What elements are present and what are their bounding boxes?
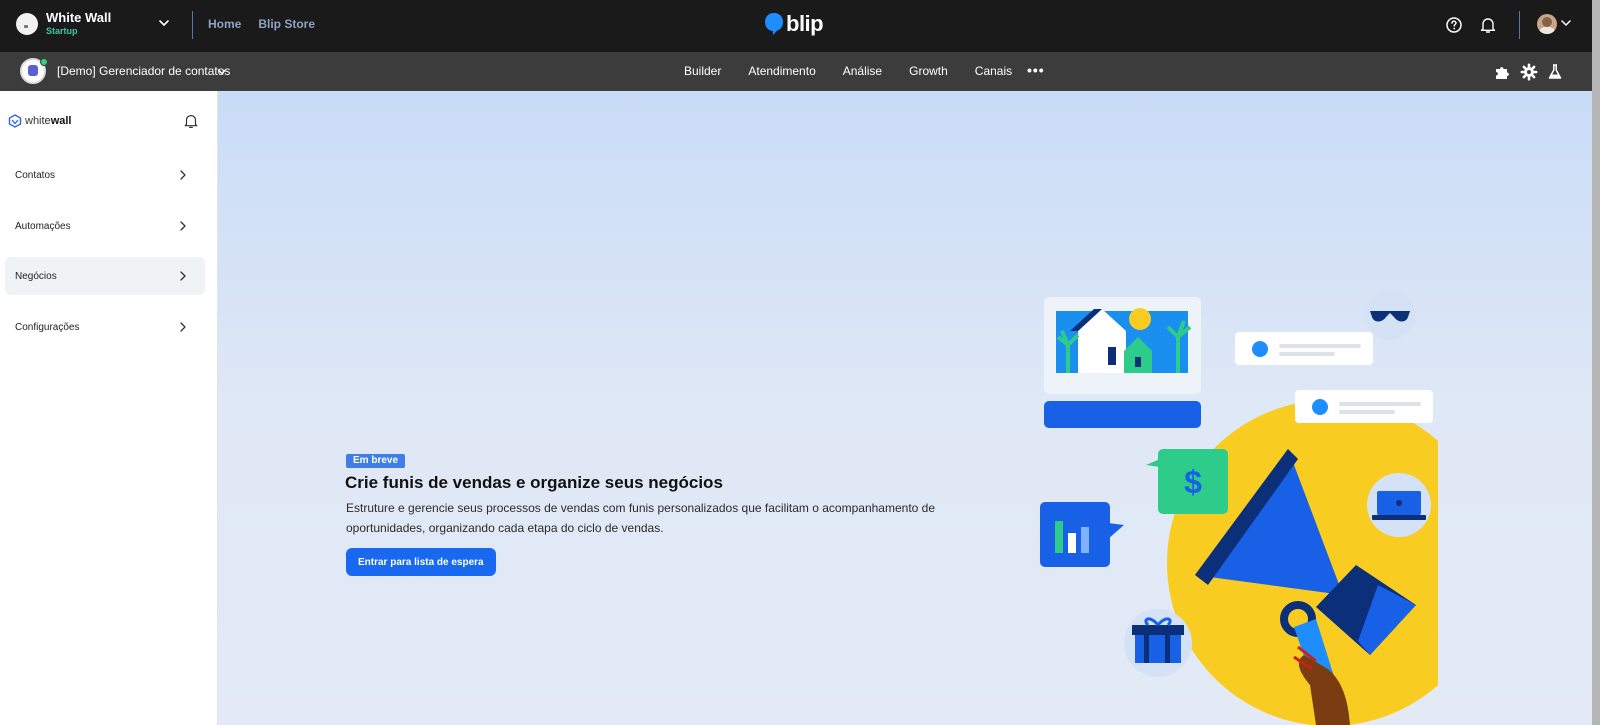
more-menu-icon[interactable]: ••• [1027, 63, 1045, 77]
online-status-dot [40, 58, 48, 66]
megaphone-illustration: $ [1040, 290, 1438, 725]
chevron-down-icon[interactable] [217, 67, 227, 77]
chevron-down-icon[interactable] [1560, 17, 1572, 29]
bell-icon[interactable] [183, 113, 199, 129]
module-nav: Builder Atendimento Análise Growth Canai… [684, 64, 1012, 78]
org-text: White Wall Startup [46, 11, 111, 37]
sidebar-item-negocios[interactable]: Negócios [5, 257, 205, 295]
org-plan: Startup [46, 26, 78, 36]
logo-word: whitewall [25, 115, 71, 127]
whitewall-logo-icon [8, 114, 22, 128]
chevron-right-icon [180, 221, 186, 231]
org-name: White Wall [46, 10, 112, 25]
chevron-down-icon[interactable] [157, 16, 171, 30]
join-waitlist-button[interactable]: Entrar para lista de espera [346, 548, 496, 576]
help-icon[interactable] [1445, 16, 1463, 34]
top-bar: White Wall Startup Home Blip Store blip [0, 0, 1600, 52]
page-title: Crie funis de vendas e organize seus neg… [345, 473, 723, 492]
gear-icon[interactable] [1520, 63, 1538, 81]
user-avatar[interactable] [1537, 14, 1557, 34]
dollar-sign: $ [1184, 464, 1202, 500]
chevron-right-icon [180, 271, 186, 281]
tab-builder[interactable]: Builder [684, 64, 721, 78]
puzzle-icon[interactable] [1493, 63, 1511, 81]
blip-bubble-icon [765, 13, 783, 35]
top-divider [192, 11, 193, 39]
flask-icon[interactable] [1546, 63, 1564, 81]
nav-home-link[interactable]: Home [208, 17, 241, 31]
org-avatar [16, 13, 38, 35]
blip-logo[interactable]: blip [764, 11, 824, 36]
tab-canais[interactable]: Canais [975, 64, 1012, 78]
bell-icon[interactable] [1479, 16, 1497, 34]
top-nav: Home Blip Store [208, 17, 332, 31]
tab-atendimento[interactable]: Atendimento [748, 64, 815, 78]
bot-avatar[interactable] [20, 58, 48, 84]
sidebar-item-label: Contatos [15, 169, 56, 181]
bot-name[interactable]: [Demo] Gerenciador de contatos [57, 64, 230, 78]
chevron-right-icon [180, 170, 186, 180]
sidebar-item-contatos[interactable]: Contatos [5, 156, 205, 194]
bot-avatar-image [28, 65, 38, 76]
brand-word: blip [786, 11, 824, 36]
logo-word-light: white [25, 115, 51, 127]
logo-word-bold: wall [50, 115, 72, 127]
tab-analise[interactable]: Análise [843, 64, 882, 78]
top-divider-right [1519, 11, 1520, 39]
main-content: Em breve Crie funis de vendas e organize… [218, 91, 1592, 725]
window-scrollbar[interactable] [1592, 0, 1600, 725]
whitewall-logo: whitewall [8, 114, 71, 128]
nav-blip-store-link[interactable]: Blip Store [258, 17, 315, 31]
bot-bar: [Demo] Gerenciador de contatos Builder A… [0, 52, 1592, 91]
tab-growth[interactable]: Growth [909, 64, 948, 78]
org-switcher[interactable]: White Wall Startup [16, 11, 111, 37]
sidebar-item-label: Automações [15, 220, 71, 232]
sidebar-item-label: Negócios [15, 270, 57, 282]
chevron-right-icon [180, 322, 186, 332]
sidebar-item-configuracoes[interactable]: Configurações [5, 308, 205, 346]
sidebar-item-automacoes[interactable]: Automações [5, 207, 205, 245]
coming-soon-badge: Em breve [346, 454, 406, 468]
page-description: Estruture e gerencie seus processos de v… [346, 501, 936, 535]
sidebar: whitewall Contatos Automações Negócios C… [0, 91, 218, 725]
sidebar-item-label: Configurações [15, 321, 80, 333]
